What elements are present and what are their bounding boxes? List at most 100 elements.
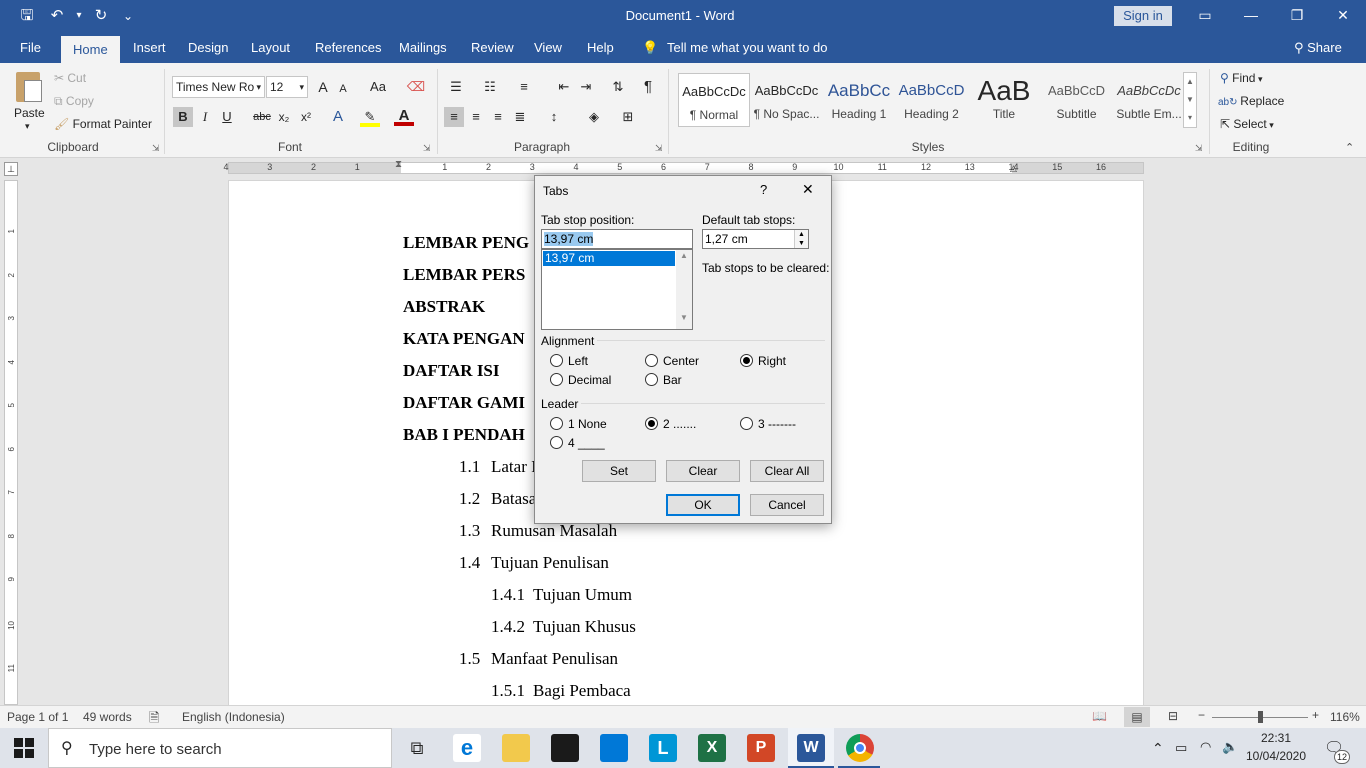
shrink-font-icon[interactable]: A bbox=[333, 79, 353, 99]
tab-stop-input[interactable]: 13,97 cm bbox=[541, 229, 693, 249]
redo-icon[interactable]: ↻ bbox=[88, 5, 114, 27]
minimize-icon[interactable]: — bbox=[1228, 0, 1274, 33]
tab-file[interactable]: File bbox=[14, 33, 47, 63]
tab-design[interactable]: Design bbox=[182, 33, 234, 63]
paragraph-launcher-icon[interactable]: ⇲ bbox=[655, 143, 663, 154]
font-name-box[interactable]: Times New Ro ▾ bbox=[172, 76, 265, 98]
word-count[interactable]: 49 words bbox=[83, 710, 132, 724]
list-scrollbar[interactable]: ▲ ▼ bbox=[676, 250, 692, 329]
wifi-icon[interactable]: ◠ bbox=[1200, 739, 1211, 755]
web-layout-icon[interactable]: ⊟ bbox=[1168, 709, 1178, 723]
superscript-button[interactable]: x² bbox=[296, 107, 316, 127]
ribbon-display-icon[interactable]: ▭ bbox=[1182, 0, 1228, 33]
vertical-ruler[interactable]: 1 2 3 4 5 6 7 8 9 10 11 bbox=[4, 180, 18, 705]
tab-stop-list-item[interactable]: 13,97 cm bbox=[543, 251, 675, 266]
style-5[interactable]: AaB Title bbox=[968, 73, 1040, 127]
font-launcher-icon[interactable]: ⇲ bbox=[423, 143, 431, 154]
alignment-bar[interactable]: Bar bbox=[645, 373, 735, 388]
tab-insert[interactable]: Insert bbox=[127, 33, 172, 63]
language[interactable]: English (Indonesia) bbox=[182, 710, 285, 724]
numbering-icon[interactable]: ☷ bbox=[480, 77, 500, 97]
tab-selector[interactable]: ⊥ bbox=[4, 162, 18, 176]
italic-button[interactable]: I bbox=[195, 107, 215, 127]
tab-help[interactable]: Help bbox=[581, 33, 620, 63]
format-painter-button[interactable]: 🖌 Format Painter bbox=[54, 117, 152, 131]
bold-button[interactable]: B bbox=[173, 107, 193, 127]
radio-button[interactable] bbox=[645, 417, 658, 430]
task-view-icon[interactable]: ⧉ bbox=[403, 734, 431, 762]
zoom-out-icon[interactable]: − bbox=[1198, 708, 1205, 722]
radio-button[interactable] bbox=[550, 354, 563, 367]
copy-button[interactable]: ⧉ Copy bbox=[54, 94, 94, 109]
justify-icon[interactable]: ≣ bbox=[510, 107, 530, 127]
alignment-center[interactable]: Center bbox=[645, 354, 735, 369]
print-layout-icon[interactable]: ▤ bbox=[1124, 707, 1150, 727]
set-button[interactable]: Set bbox=[582, 460, 656, 482]
right-indent-marker[interactable]: ◬ bbox=[1010, 163, 1017, 174]
close-icon[interactable]: ✕ bbox=[802, 181, 814, 198]
edge-icon[interactable]: e bbox=[453, 734, 481, 762]
undo-dropdown-icon[interactable]: ▾ bbox=[74, 5, 84, 27]
zoom-slider-thumb[interactable] bbox=[1258, 711, 1263, 723]
leader-2[interactable]: 2 ....... bbox=[645, 417, 735, 432]
sign-in-button[interactable]: Sign in bbox=[1114, 6, 1172, 26]
paste-dropdown-icon[interactable]: ▾ bbox=[25, 121, 30, 132]
paste-label[interactable]: Paste bbox=[14, 106, 45, 120]
style-6[interactable]: AaBbCcD Subtitle bbox=[1041, 73, 1113, 127]
sort-icon[interactable]: ⇅ bbox=[608, 77, 628, 97]
style-7[interactable]: AaBbCcDc Subtle Em... bbox=[1113, 73, 1185, 127]
paste-button[interactable] bbox=[12, 70, 46, 106]
undo-icon[interactable]: ↶ bbox=[44, 5, 70, 27]
tab-stop-list[interactable]: 13,97 cm ▲ ▼ bbox=[541, 249, 693, 330]
radio-button[interactable] bbox=[550, 373, 563, 386]
clock-date[interactable]: 10/04/2020 bbox=[1244, 749, 1308, 763]
clear-button[interactable]: Clear bbox=[666, 460, 740, 482]
styles-launcher-icon[interactable]: ⇲ bbox=[1195, 143, 1203, 154]
volume-icon[interactable]: 🔈 bbox=[1222, 739, 1238, 755]
share-button[interactable]: ⚲ Share bbox=[1288, 33, 1348, 63]
tab-review[interactable]: Review bbox=[465, 33, 520, 63]
increase-indent-icon[interactable]: ⇥ bbox=[576, 77, 596, 97]
subscript-button[interactable]: x₂ bbox=[274, 107, 294, 127]
customize-qat-icon[interactable]: ⌄ bbox=[118, 5, 138, 27]
change-case-icon[interactable]: Aa bbox=[364, 77, 392, 97]
spin-buttons[interactable]: ▲ ▼ bbox=[794, 230, 808, 248]
clipboard-launcher-icon[interactable]: ⇲ bbox=[152, 143, 160, 154]
store-icon[interactable] bbox=[551, 734, 579, 762]
radio-button[interactable] bbox=[645, 354, 658, 367]
styles-scroll[interactable]: ▲ ▼ ▾ bbox=[1183, 72, 1197, 128]
ok-button[interactable]: OK bbox=[666, 494, 740, 516]
indent-marker[interactable]: ⧗ bbox=[395, 159, 402, 170]
style-4[interactable]: AaBbCcD Heading 2 bbox=[896, 73, 968, 127]
help-icon[interactable]: ? bbox=[760, 182, 767, 197]
lync-icon[interactable]: L bbox=[649, 734, 677, 762]
mail-icon[interactable] bbox=[600, 734, 628, 762]
clock-time[interactable]: 22:31 bbox=[1248, 731, 1304, 745]
restore-icon[interactable]: ❐ bbox=[1274, 0, 1320, 33]
collapse-ribbon-icon[interactable]: ⌃ bbox=[1345, 141, 1354, 154]
default-tab-stops-input[interactable]: 1,27 cm ▲ ▼ bbox=[702, 229, 809, 249]
decrease-indent-icon[interactable]: ⇤ bbox=[554, 77, 574, 97]
align-left-icon[interactable]: ≡ bbox=[444, 107, 464, 127]
chrome-icon[interactable] bbox=[846, 734, 874, 762]
zoom-level[interactable]: 116% bbox=[1330, 710, 1360, 724]
radio-button[interactable] bbox=[645, 373, 658, 386]
underline-button[interactable]: U bbox=[217, 107, 237, 127]
alignment-decimal[interactable]: Decimal bbox=[550, 373, 640, 388]
battery-icon[interactable]: ▭ bbox=[1175, 740, 1187, 756]
word-icon[interactable]: W bbox=[797, 734, 825, 762]
style-3[interactable]: AaBbCc Heading 1 bbox=[823, 73, 895, 127]
align-center-icon[interactable]: ≡ bbox=[466, 107, 486, 127]
select-button[interactable]: ⇱ Select ▾ bbox=[1220, 117, 1274, 131]
style-2[interactable]: AaBbCcDc ¶ No Spac... bbox=[751, 73, 823, 127]
tab-home[interactable]: Home bbox=[61, 36, 120, 63]
text-effects-icon[interactable]: A bbox=[328, 107, 348, 127]
radio-button[interactable] bbox=[550, 417, 563, 430]
tab-layout[interactable]: Layout bbox=[245, 33, 296, 63]
multilevel-list-icon[interactable]: ≡ bbox=[514, 77, 534, 97]
leader-3[interactable]: 3 ------- bbox=[740, 417, 830, 432]
strikethrough-button[interactable]: abc bbox=[252, 107, 272, 127]
font-color-icon[interactable]: A bbox=[394, 106, 414, 126]
clear-all-button[interactable]: Clear All bbox=[750, 460, 824, 482]
excel-icon[interactable]: X bbox=[698, 734, 726, 762]
